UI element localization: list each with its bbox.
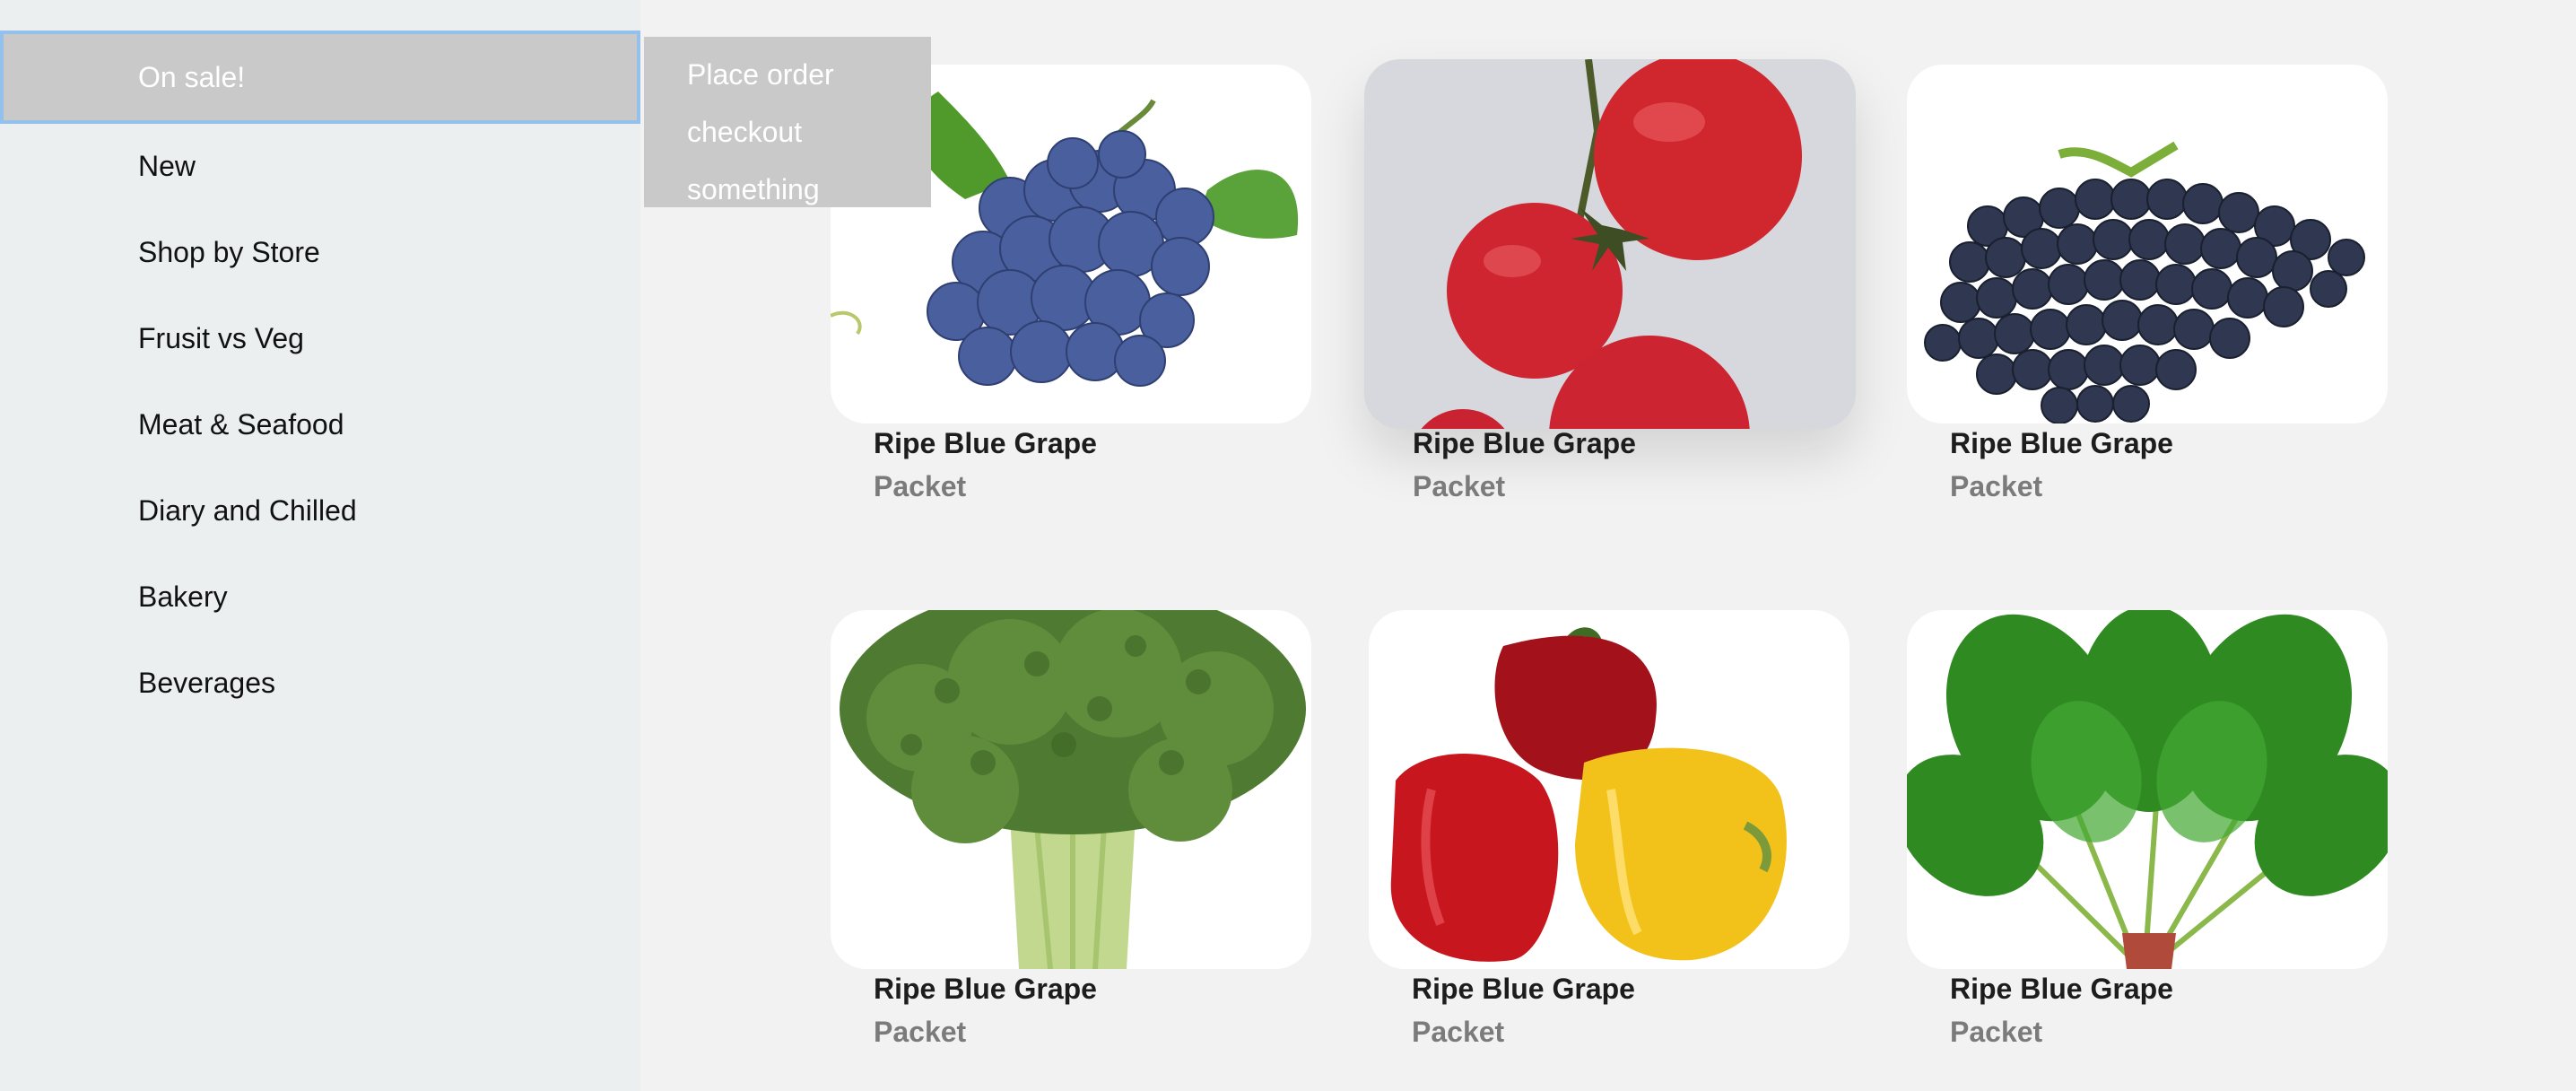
sidebar-item-bakery[interactable]: Bakery xyxy=(0,554,640,640)
sidebar-item-label: Beverages xyxy=(138,666,275,699)
product-unit: Packet xyxy=(874,470,967,502)
submenu-item-label: Place order xyxy=(687,57,834,91)
product-unit: Packet xyxy=(1950,1016,2043,1048)
sidebar-item-new[interactable]: New xyxy=(0,123,640,209)
submenu-item-something[interactable]: something xyxy=(644,161,931,218)
product-unit: Packet xyxy=(874,1016,967,1048)
product-unit: Packet xyxy=(1413,470,1506,502)
spinach-image xyxy=(1907,610,2388,969)
sidebar-item-label: Diary and Chilled xyxy=(138,493,357,527)
broccoli-image xyxy=(831,610,1311,969)
submenu-item-checkout[interactable]: checkout xyxy=(644,103,931,161)
product-unit: Packet xyxy=(1412,1016,1505,1048)
product-unit: Packet xyxy=(1950,470,2043,502)
submenu-item-label: checkout xyxy=(687,115,803,148)
sidebar-item-label: Meat & Seafood xyxy=(138,407,344,441)
product-name: Ripe Blue Grape xyxy=(874,973,1097,1005)
product-name: Ripe Blue Grape xyxy=(1413,427,1636,459)
category-sidebar: On sale! New Shop by Store Frusit vs Veg… xyxy=(0,0,640,1091)
sidebar-item-label: Shop by Store xyxy=(138,235,320,268)
sidebar-item-label: Frusit vs Veg xyxy=(138,321,304,354)
sidebar-item-fruit-vs-veg[interactable]: Frusit vs Veg xyxy=(0,295,640,381)
on-sale-submenu: Place order checkout something xyxy=(644,37,931,207)
sidebar-item-label: On sale! xyxy=(138,60,246,93)
sidebar-item-on-sale[interactable]: On sale! xyxy=(0,31,640,124)
product-name: Ripe Blue Grape xyxy=(1950,973,2173,1005)
dark-grapes-image xyxy=(1907,65,2388,423)
sidebar-item-label: Bakery xyxy=(138,580,228,613)
sidebar-item-label: New xyxy=(138,149,196,182)
product-name: Ripe Blue Grape xyxy=(1412,973,1635,1005)
cherry-tomatoes-image xyxy=(1364,59,1856,429)
submenu-item-place-order[interactable]: Place order xyxy=(644,46,931,103)
bell-peppers-image xyxy=(1369,610,1849,969)
sidebar-item-dairy-chilled[interactable]: Diary and Chilled xyxy=(0,467,640,554)
sidebar-item-shop-by-store[interactable]: Shop by Store xyxy=(0,209,640,295)
product-name: Ripe Blue Grape xyxy=(874,427,1097,459)
submenu-item-label: something xyxy=(687,172,820,205)
sidebar-item-meat-seafood[interactable]: Meat & Seafood xyxy=(0,381,640,467)
sidebar-item-beverages[interactable]: Beverages xyxy=(0,640,640,726)
product-name: Ripe Blue Grape xyxy=(1950,427,2173,459)
